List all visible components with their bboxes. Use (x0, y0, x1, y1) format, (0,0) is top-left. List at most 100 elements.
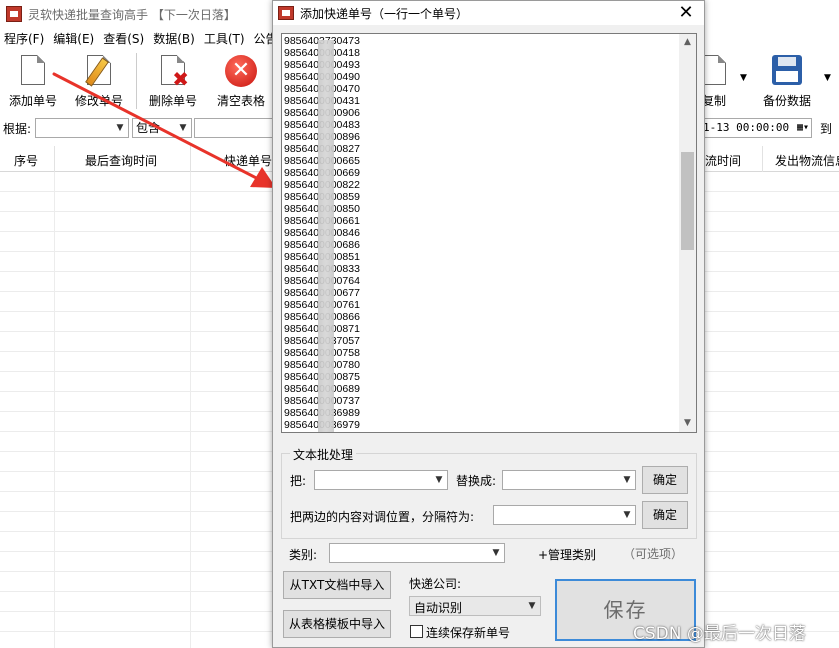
replace-from-select[interactable]: ▼ (314, 470, 448, 490)
batch-group-legend: 文本批处理 (290, 446, 357, 463)
tracking-number-line: 9856400000764 (284, 275, 678, 287)
tracking-number-line: 9856400036989 (284, 407, 678, 419)
tracking-number-line: 9856400000827 (284, 143, 678, 155)
dialog-title: 添加快递单号（一行一个单号） (300, 6, 469, 21)
swap-confirm-button[interactable]: 确定 (642, 501, 688, 529)
clear-icon: ✕ (225, 55, 257, 87)
tracking-number-line: 9856400000875 (284, 371, 678, 383)
chevron-down-icon: ▼ (179, 123, 187, 133)
tracking-number-line: 9856400000761 (284, 299, 678, 311)
tracking-number-line: 9856400000866 (284, 311, 678, 323)
col-sender-info[interactable]: 发出物流信息 (775, 152, 839, 169)
chevron-down-icon: ▼ (623, 510, 631, 520)
tracking-number-line: 9856400000431 (284, 95, 678, 107)
tracking-number-line: 9856400000846 (284, 227, 678, 239)
tracking-number-line: 9856400000859 (284, 191, 678, 203)
column-divider[interactable] (54, 146, 55, 172)
replace-to-select[interactable]: ▼ (502, 470, 636, 490)
continuous-save-checkbox[interactable] (410, 625, 423, 638)
col-logistics-time[interactable]: 流时间 (705, 152, 741, 169)
match-mode-value: 包含 (136, 121, 161, 135)
col-seq[interactable]: 序号 (14, 152, 38, 169)
tracking-number-line: 9856400036979 (284, 419, 678, 431)
add-tracking-button[interactable]: 添加单号 (0, 53, 66, 113)
floppy-disk-icon (772, 55, 802, 85)
replace-confirm-button[interactable]: 确定 (642, 466, 688, 494)
backup-data-button[interactable]: 备份数据 (756, 53, 818, 113)
col-tracking-no[interactable]: 快递单号 (224, 152, 272, 169)
menu-view[interactable]: 查看(S) (99, 30, 149, 47)
tracking-number-line: 9856400000689 (284, 383, 678, 395)
edit-tracking-button[interactable]: 修改单号 (66, 53, 132, 113)
column-divider[interactable] (762, 146, 763, 172)
chevron-down-icon: ▼ (435, 475, 443, 485)
copy-icon (702, 55, 726, 85)
edit-tracking-label: 修改单号 (74, 94, 123, 108)
col-last-query-time[interactable]: 最后查询时间 (85, 152, 157, 169)
delete-tracking-label: 删除单号 (148, 94, 197, 108)
main-window-title: 灵软快递批量查询高手 【下一次日落】 (28, 7, 236, 22)
import-txt-button[interactable]: 从TXT文档中导入 (283, 571, 391, 599)
clear-table-button[interactable]: ✕ 清空表格 (208, 53, 274, 113)
clear-table-label: 清空表格 (216, 94, 265, 108)
import-table-button[interactable]: 从表格模板中导入 (283, 610, 391, 638)
tracking-number-line: 9856400000483 (284, 119, 678, 131)
chevron-down-icon: ▼ (116, 123, 124, 133)
tracking-number-line: 9856400000470 (284, 83, 678, 95)
tracking-number-line: 9856400000665 (284, 155, 678, 167)
swap-label: 把两边的内容对调位置，分隔符为: (290, 510, 475, 524)
menu-data[interactable]: 数据(B) (149, 30, 200, 47)
tracking-number-line: 9856400000677 (284, 287, 678, 299)
add-tracking-label: 添加单号 (8, 94, 57, 108)
menu-tools[interactable]: 工具(T) (200, 30, 250, 47)
toolbar-separator (136, 53, 137, 109)
copy-dropdown-icon[interactable]: ▼ (740, 73, 747, 83)
tracking-number-line: 9856400000822 (284, 179, 678, 191)
vertical-scrollbar[interactable]: ▲ ▼ (679, 34, 696, 432)
tracking-number-line: 9856400000906 (284, 107, 678, 119)
column-divider[interactable] (190, 146, 191, 172)
tracking-number-line: 9856400000686 (284, 239, 678, 251)
delete-tracking-button[interactable]: ✖ 删除单号 (140, 53, 206, 113)
match-mode-select[interactable]: 包含 ▼ (132, 118, 192, 138)
scroll-down-icon[interactable]: ▼ (679, 415, 696, 432)
tracking-number-line: 9856400000661 (284, 215, 678, 227)
dialog-title-bar[interactable]: 添加快递单号（一行一个单号） ✕ (273, 1, 704, 25)
manage-category-link[interactable]: +管理类别 (538, 546, 596, 563)
menu-program[interactable]: 程序(F) (0, 30, 49, 47)
tracking-number-line: 9856400000851 (284, 251, 678, 263)
keyword-input[interactable] (194, 118, 274, 138)
courier-select[interactable]: 自动识别 ▼ (409, 596, 541, 616)
red-x-icon: ✖ (172, 67, 189, 91)
app-icon (6, 6, 22, 22)
courier-label: 快递公司: (409, 577, 462, 591)
new-document-icon (21, 55, 45, 85)
redaction-mask (318, 40, 334, 432)
close-icon[interactable]: ✕ (676, 2, 696, 24)
scrollbar-thumb[interactable] (681, 152, 694, 250)
end-date-picker[interactable]: 1-13 00:00:00 ▦▾ (700, 118, 812, 138)
tracking-number-line: 9856400000850 (284, 203, 678, 215)
tracking-number-line: 9856400000780 (284, 359, 678, 371)
basis-select[interactable]: ▼ (35, 118, 129, 138)
tracking-number-line: 9856400000758 (284, 347, 678, 359)
scroll-up-icon[interactable]: ▲ (679, 34, 696, 51)
tracking-numbers-textarea[interactable]: 9856403730473985640000041898564000004939… (281, 33, 697, 433)
swap-separator-select[interactable]: ▼ (493, 505, 636, 525)
continuous-save-label: 连续保存新单号 (426, 626, 511, 640)
backup-dropdown-icon[interactable]: ▼ (824, 73, 831, 83)
tracking-number-line: 9856400000418 (284, 47, 678, 59)
category-select[interactable]: ▼ (329, 543, 505, 563)
app-icon (278, 6, 294, 20)
replace-from-label: 把: (290, 474, 307, 488)
tracking-number-lines: 9856403730473985640000041898564000004939… (284, 35, 678, 431)
tracking-number-line: 9856400000669 (284, 167, 678, 179)
calendar-icon: ▦▾ (796, 122, 809, 133)
backup-data-label: 备份数据 (762, 94, 811, 108)
menu-edit[interactable]: 编辑(E) (49, 30, 99, 47)
tracking-number-line: 9856400000871 (284, 323, 678, 335)
tracking-number-line: 9856400037057 (284, 335, 678, 347)
basis-label: 根据: (3, 122, 32, 136)
chevron-down-icon: ▼ (623, 475, 631, 485)
end-date-value: 1-13 00:00:00 (703, 121, 790, 134)
